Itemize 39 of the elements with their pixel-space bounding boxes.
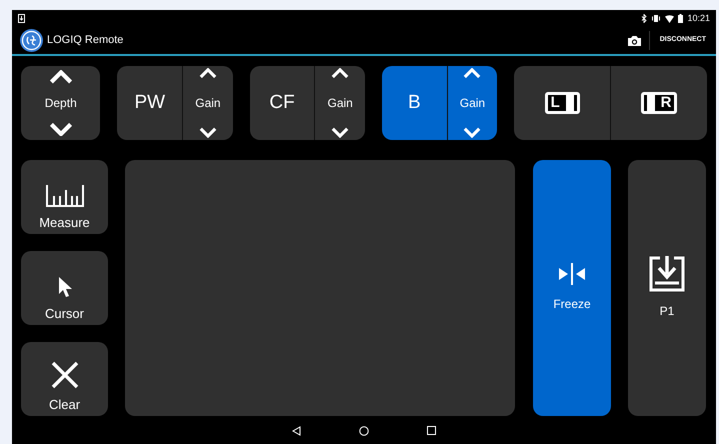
- chevron-down-icon: [463, 127, 482, 138]
- ruler-icon: [46, 184, 84, 206]
- gain-button[interactable]: Gain: [315, 66, 365, 140]
- depth-button[interactable]: Depth: [21, 66, 100, 140]
- vibrate-icon: [651, 14, 662, 23]
- tool-button[interactable]: Cursor: [21, 251, 108, 325]
- chevron-down-icon: [48, 122, 73, 136]
- save-icon: [649, 256, 685, 292]
- tool-button[interactable]: Measure: [21, 160, 108, 234]
- mode-button[interactable]: CF: [250, 66, 316, 140]
- close-icon: [50, 360, 78, 388]
- freeze-button[interactable]: Freeze: [533, 160, 611, 416]
- battery-icon: [678, 14, 684, 23]
- layout-button[interactable]: L: [514, 66, 610, 140]
- chevron-up-icon: [331, 68, 350, 79]
- chevron-down-icon: [198, 127, 217, 138]
- download-notification-icon: [18, 14, 25, 23]
- recents-icon[interactable]: [427, 426, 436, 435]
- gain-button[interactable]: Gain: [448, 66, 498, 140]
- cursor-icon: [58, 276, 72, 298]
- layout-button[interactable]: R: [610, 66, 707, 140]
- chevron-up-icon: [198, 68, 217, 79]
- status-time: 10:21: [687, 12, 710, 25]
- tool-button[interactable]: Clear: [21, 342, 108, 416]
- app-title: LOGIQ Remote: [47, 33, 124, 48]
- logo-icon: [20, 29, 43, 52]
- mode-button[interactable]: B: [382, 66, 448, 140]
- home-icon[interactable]: [359, 426, 369, 436]
- wifi-icon: [665, 14, 674, 22]
- camera-icon[interactable]: [628, 36, 641, 46]
- freeze-icon: [556, 263, 588, 285]
- gain-button[interactable]: Gain: [183, 66, 233, 140]
- back-icon[interactable]: [292, 426, 301, 436]
- mode-button[interactable]: PW: [117, 66, 184, 140]
- chevron-up-icon: [48, 70, 73, 84]
- chevron-up-icon: [463, 68, 482, 79]
- print-button[interactable]: P1: [628, 160, 706, 416]
- bluetooth-icon: [641, 14, 648, 23]
- chevron-down-icon: [331, 127, 350, 138]
